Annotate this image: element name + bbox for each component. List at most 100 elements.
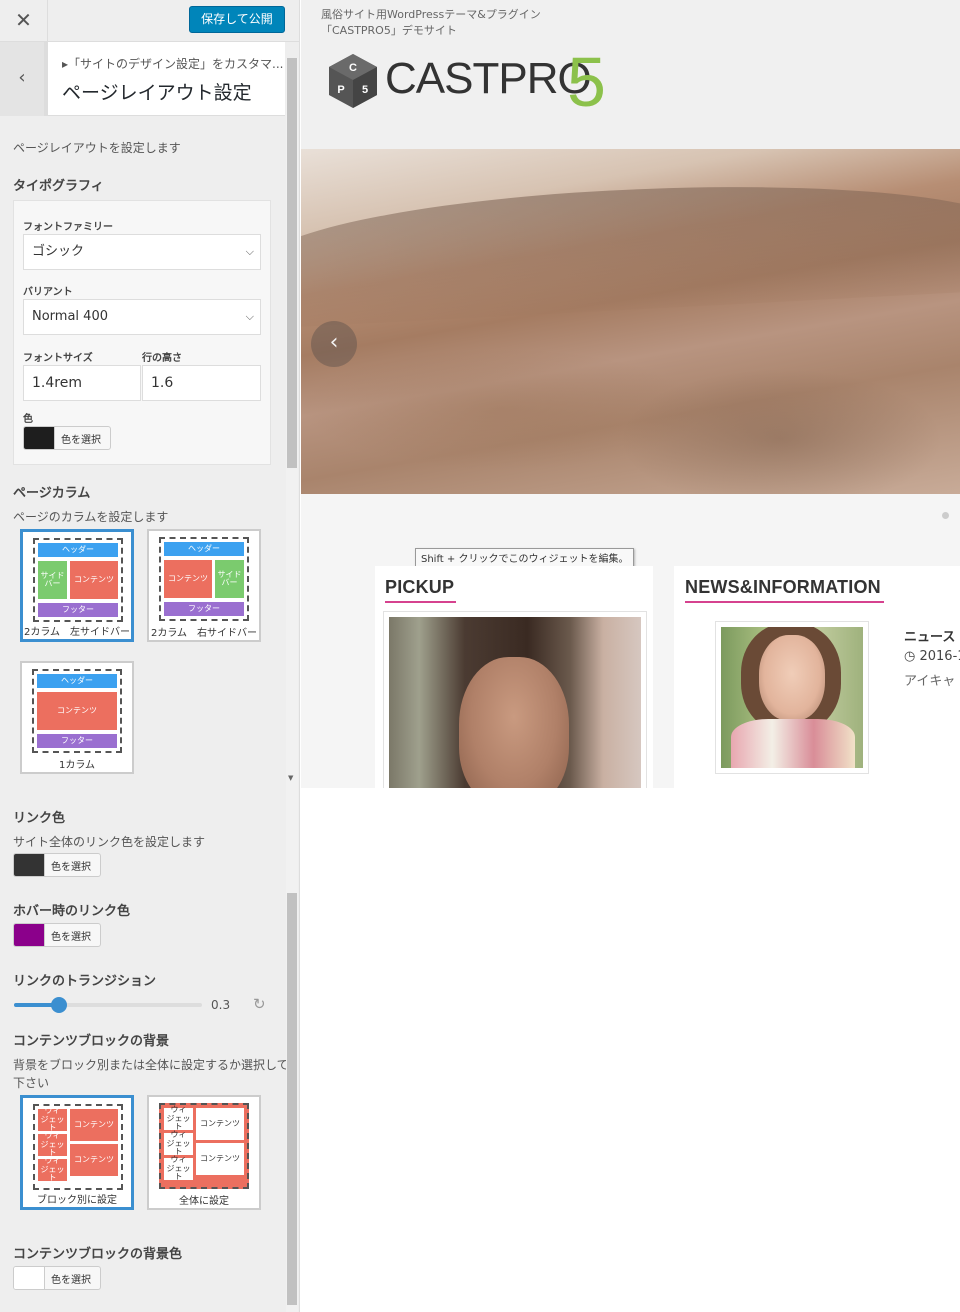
pickup-widget[interactable]: PICKUP bbox=[375, 566, 653, 788]
chevron-down-icon: ⌵ bbox=[245, 245, 254, 258]
site-preview: 風俗サイト用WordPressテーマ&プラグイン 「CASTPRO5」デモサイト… bbox=[301, 0, 960, 788]
scrollbar-thumb[interactable] bbox=[287, 58, 297, 468]
content-bg-description-2: 下さい bbox=[13, 1076, 50, 1090]
bg-option-per-block[interactable]: ウィ ジェット ウィ ジェット ウィ ジェット コンテンツ コンテンツ ブロック別に設… bbox=[20, 1095, 134, 1210]
bg-widget-block: ウィ ジェット bbox=[38, 1132, 67, 1158]
layout-caption: 2カラム 右サイドバー bbox=[150, 628, 258, 639]
link-color-heading: リンク色 bbox=[13, 811, 66, 826]
widget-label-2: ジェット bbox=[40, 1139, 65, 1158]
news-thumbnail[interactable] bbox=[715, 621, 869, 774]
page-title: ページレイアウト設定 bbox=[62, 82, 252, 104]
layout-content-block: コンテンツ bbox=[164, 560, 212, 598]
font-family-value: ゴシック bbox=[32, 244, 85, 259]
typography-box: フォントファミリー ゴシック ⌵ バリアント Normal 400 ⌵ フォント… bbox=[13, 200, 271, 465]
layout-option-left-sidebar[interactable]: ヘッダー サイド バー コンテンツ フッター 2カラム 左サイドバー bbox=[20, 529, 134, 642]
layout-preview: ヘッダー コンテンツ サイド バー フッター bbox=[159, 537, 249, 621]
color-button-label: 色を選択 bbox=[51, 932, 91, 943]
color-button-label: 色を選択 bbox=[51, 862, 91, 873]
layout-content-block: コンテンツ bbox=[70, 561, 118, 599]
layout-header-block: ヘッダー bbox=[37, 674, 117, 688]
sidebar-label-2: バー bbox=[44, 579, 61, 588]
bg-widget-block: ウィ ジェット bbox=[164, 1131, 193, 1156]
content-bg-color-button[interactable]: 色を選択 bbox=[13, 1266, 101, 1290]
edit-widget-tooltip: Shift + クリックでこのウィジェットを編集。 bbox=[415, 548, 635, 567]
columns-description: ページのカラムを設定します bbox=[13, 510, 169, 524]
bg-content-block: コンテンツ bbox=[196, 1143, 244, 1175]
site-logo[interactable]: C P 5 CASTPRO 5 bbox=[301, 0, 631, 121]
scroll-down-arrow-icon[interactable]: ▼ bbox=[288, 774, 293, 782]
typography-heading: タイポグラフィ bbox=[13, 179, 104, 194]
color-swatch bbox=[14, 924, 45, 946]
font-family-select[interactable]: ゴシック ⌵ bbox=[23, 234, 261, 270]
pickup-photo[interactable] bbox=[383, 611, 647, 788]
news-heading: NEWS&INFORMATION bbox=[685, 577, 881, 597]
layout-preview: ヘッダー サイド バー コンテンツ フッター bbox=[33, 538, 123, 622]
layout-caption: 2カラム 左サイドバー bbox=[23, 627, 131, 638]
transition-slider[interactable] bbox=[14, 997, 202, 1013]
content-bg-color-heading: コンテンツブロックの背景色 bbox=[13, 1247, 183, 1262]
breadcrumb[interactable]: ▸「サイトのデザイン設定」をカスタマ... bbox=[62, 55, 283, 72]
content-bg-description-1: 背景をブロック別または全体に設定するか選択して bbox=[13, 1058, 289, 1072]
pickup-photo-face bbox=[459, 657, 569, 788]
panel-scrollbar[interactable] bbox=[286, 788, 298, 1312]
news-item-date: ◷ 2016-1 bbox=[904, 649, 960, 664]
news-title-underline bbox=[685, 601, 884, 603]
customizer-panel: ✕ 保存して公開 ‹ ▸「サイトのデザイン設定」をカスタマ... ページレイアウ… bbox=[0, 0, 300, 788]
line-height-input[interactable]: 1.6 bbox=[142, 365, 261, 401]
section-header: ‹ ▸「サイトのデザイン設定」をカスタマ... ページレイアウト設定 bbox=[0, 42, 285, 116]
logo-text: CASTPRO bbox=[385, 54, 592, 103]
link-color-description: サイト全体のリンク色を設定します bbox=[13, 835, 206, 849]
content-bg-heading: コンテンツブロックの背景 bbox=[13, 1034, 170, 1049]
reset-icon[interactable]: ↻ bbox=[253, 995, 266, 1013]
widget-label-2: ジェット bbox=[166, 1163, 191, 1182]
color-button-label: 色を選択 bbox=[51, 1275, 91, 1286]
publish-button[interactable]: 保存して公開 bbox=[189, 6, 285, 33]
chevron-down-icon: ⌵ bbox=[245, 310, 254, 323]
news-photo-face bbox=[759, 635, 825, 721]
news-item-title[interactable]: ニュース bbox=[904, 626, 955, 645]
layout-header-block: ヘッダー bbox=[164, 542, 244, 556]
slider-pagination-dot[interactable] bbox=[942, 512, 949, 519]
color-label: 色 bbox=[23, 414, 33, 425]
layout-footer-block: フッター bbox=[164, 602, 244, 616]
line-height-label: 行の高さ bbox=[142, 353, 182, 364]
transition-heading: リンクのトランジション bbox=[13, 974, 157, 989]
scrollbar-thumb[interactable] bbox=[287, 893, 297, 1305]
bg-widget-block: ウィ ジェット bbox=[164, 1156, 193, 1182]
news-photo-body bbox=[731, 719, 855, 768]
layout-option-one-column[interactable]: ヘッダー コンテンツ フッター 1カラム bbox=[20, 661, 134, 774]
news-item-date-text: 2016-1 bbox=[919, 649, 960, 664]
layout-option-right-sidebar[interactable]: ヘッダー コンテンツ サイド バー フッター 2カラム 右サイドバー bbox=[147, 529, 261, 642]
bg-content-block: コンテンツ bbox=[70, 1144, 118, 1176]
logo-cube-letter-c: C bbox=[349, 62, 357, 74]
panel-scrollbar[interactable]: ▼ bbox=[286, 58, 298, 788]
bg-option-caption: 全体に設定 bbox=[179, 1196, 229, 1207]
layout-footer-block: フッター bbox=[37, 734, 117, 748]
bg-content-block: コンテンツ bbox=[196, 1108, 244, 1140]
variant-label: バリアント bbox=[23, 287, 73, 298]
hover-color-button[interactable]: 色を選択 bbox=[13, 923, 101, 947]
text-color-button[interactable]: 色を選択 bbox=[23, 426, 111, 450]
font-size-input[interactable]: 1.4rem bbox=[23, 365, 141, 401]
color-button-label: 色を選択 bbox=[61, 435, 101, 446]
sidebar-label-2: バー bbox=[221, 578, 238, 587]
customizer-panel-lower: リンク色 サイト全体のリンク色を設定します 色を選択 ホバー時のリンク色 色を選… bbox=[0, 788, 300, 1312]
back-chevron-icon[interactable]: ‹ bbox=[0, 42, 48, 116]
hover-color-heading: ホバー時のリンク色 bbox=[13, 904, 131, 919]
variant-value: Normal 400 bbox=[32, 309, 108, 324]
color-swatch bbox=[14, 854, 45, 876]
clock-icon: ◷ bbox=[904, 649, 916, 664]
slider-handle[interactable] bbox=[51, 997, 67, 1013]
chevron-left-icon[interactable]: ‹ bbox=[311, 321, 357, 367]
close-icon[interactable]: ✕ bbox=[0, 0, 48, 42]
variant-select[interactable]: Normal 400 ⌵ bbox=[23, 299, 261, 335]
transition-value: 0.3 bbox=[211, 998, 231, 1012]
link-color-button[interactable]: 色を選択 bbox=[13, 853, 101, 877]
site-header: 風俗サイト用WordPressテーマ&プラグイン 「CASTPRO5」デモサイト… bbox=[301, 0, 960, 149]
bg-widget-block: ウィ ジェット bbox=[38, 1107, 67, 1132]
pickup-title-underline bbox=[385, 601, 456, 603]
bg-option-whole[interactable]: ウィ ジェット ウィ ジェット ウィ ジェット コンテンツ コンテンツ 全体に設定 bbox=[147, 1095, 261, 1210]
bg-preview: ウィ ジェット ウィ ジェット ウィ ジェット コンテンツ コンテンツ bbox=[159, 1103, 249, 1189]
news-thumbnail-image bbox=[721, 627, 863, 768]
layout-content-block: コンテンツ bbox=[37, 692, 117, 730]
